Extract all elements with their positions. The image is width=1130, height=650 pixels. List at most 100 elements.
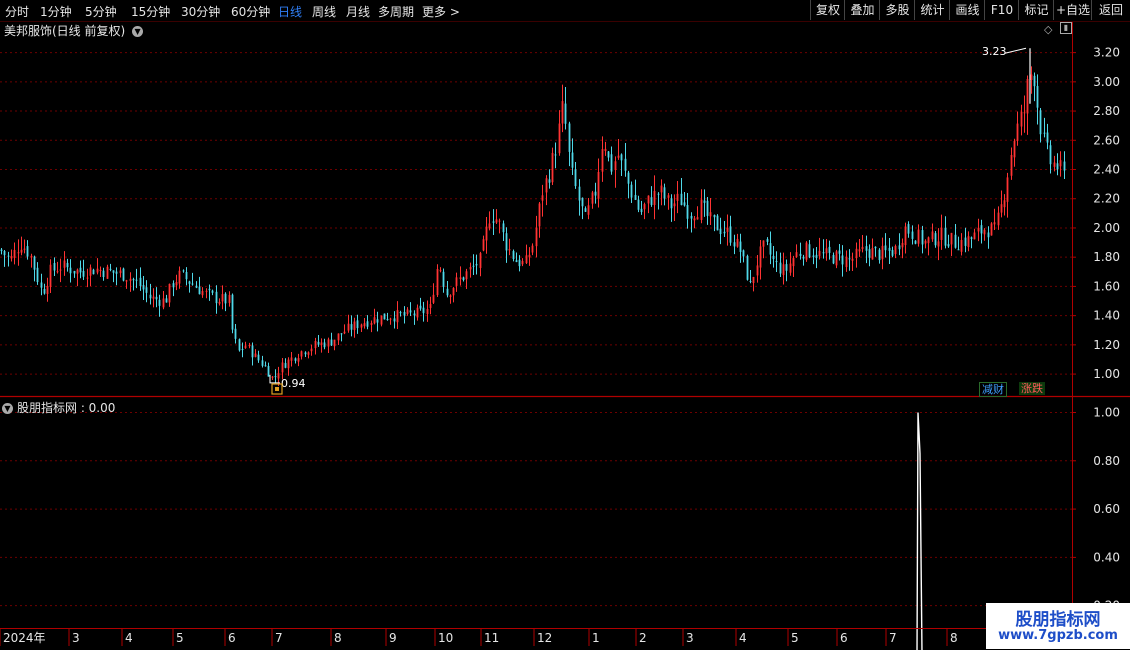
candle-body [86,277,89,279]
candle-body [198,286,201,295]
candle-body [201,291,204,296]
candle-body [46,286,49,294]
candle-body [135,279,138,281]
indicator-y-axis-labels: 1.000.800.600.400.20 [1093,405,1120,612]
candle-body [630,184,633,198]
candle-body [465,271,468,280]
candle-body [782,264,785,276]
x-tick-label: 11 [484,631,499,645]
candle-body [373,317,376,324]
candle-body [795,252,798,257]
candle-body [947,244,950,247]
candle-body [874,246,877,249]
tag-b[interactable]: 涨跌 [1019,382,1045,395]
candle-body [1013,140,1016,158]
candle-body [469,267,472,270]
y-tick-label: 1.00 [1093,367,1120,381]
y-tick-label: 2.00 [1093,221,1120,235]
x-tick-label: 12 [537,631,552,645]
x-tick-label: 10 [438,631,453,645]
y-tick-label: 1.60 [1093,279,1120,293]
candle-body [1046,132,1049,143]
candle-body [964,237,967,246]
candle-body [746,255,749,280]
candle-body [805,242,808,260]
candle-body [495,219,498,223]
candle-body [1006,177,1009,202]
candle-body [89,267,92,276]
candle-body [218,301,221,304]
candle-body [736,238,739,247]
watermark-title: 股朋指标网 [1015,610,1101,630]
y-tick-label: 1.20 [1093,338,1120,352]
candle-body [356,320,359,329]
candle-body [766,239,769,242]
x-tick-label: 2 [639,631,647,645]
candle-body [940,227,943,241]
x-tick-label: 4 [739,631,747,645]
candle-body [901,242,904,248]
candle-body [422,307,425,314]
diamond-icon[interactable]: ◇ [1044,23,1052,36]
candle-body [663,187,666,199]
candle-body [17,252,20,254]
candle-body [799,253,802,256]
candle-body [178,270,181,284]
candle-body [508,249,511,251]
tag-a[interactable]: 减财 [979,382,1007,397]
candle-body [634,195,637,200]
candle-body [987,232,990,238]
candle-body [393,318,396,322]
candle-body [512,251,515,260]
chevron-down-icon[interactable]: ▼ [2,403,13,414]
candle-body [112,270,115,273]
candle-body [149,294,152,299]
candle-body [921,230,924,245]
candlesticks [0,66,1066,386]
chevron-down-icon[interactable]: ▼ [132,26,144,37]
candle-body [1010,154,1013,176]
candle-body [772,255,775,260]
candle-body [261,360,264,366]
x-tick-label: 2024年 [3,631,46,645]
panel-toggle-icon[interactable]: ▮ [1060,22,1072,34]
candle-body [904,226,907,246]
candle-body [234,328,237,339]
candle-body [396,310,399,323]
candle-body [251,345,254,358]
candle-body [442,271,445,287]
candle-body [769,243,772,255]
candle-body [284,363,287,368]
candle-body [914,240,917,244]
candle-body [429,304,432,308]
candle-body [132,279,135,281]
candle-body [109,268,112,270]
candle-body [79,267,82,273]
candle-body [808,244,811,258]
candle-body [703,200,706,203]
candle-body [742,250,745,257]
candle-body [1039,110,1042,135]
candle-body [917,229,920,244]
main-chart-grid [0,52,1076,375]
candle-body [271,376,274,378]
candle-body [934,233,937,246]
candle-body [614,161,617,170]
candle-body [13,249,16,258]
candle-body [531,245,534,253]
candle-body [479,253,482,268]
candle-body [1030,74,1033,81]
chart-svg: 3.20 3.00 2.80 2.60 2.40 2.20 2.00 1.80 1.60 1.40… [0,22,1130,650]
indicator-line [916,412,923,650]
indicator-grid [0,411,1076,607]
candle-body [152,296,155,299]
candle-body [865,246,868,251]
candle-body [578,186,581,201]
candle-body [597,171,600,199]
x-tick-label: 7 [889,631,897,645]
candle-body [323,342,326,348]
candle-body [828,246,831,253]
candle-body [990,223,993,236]
price-annotations: 3.23 0.94 [269,45,1031,395]
candle-body [406,309,409,314]
